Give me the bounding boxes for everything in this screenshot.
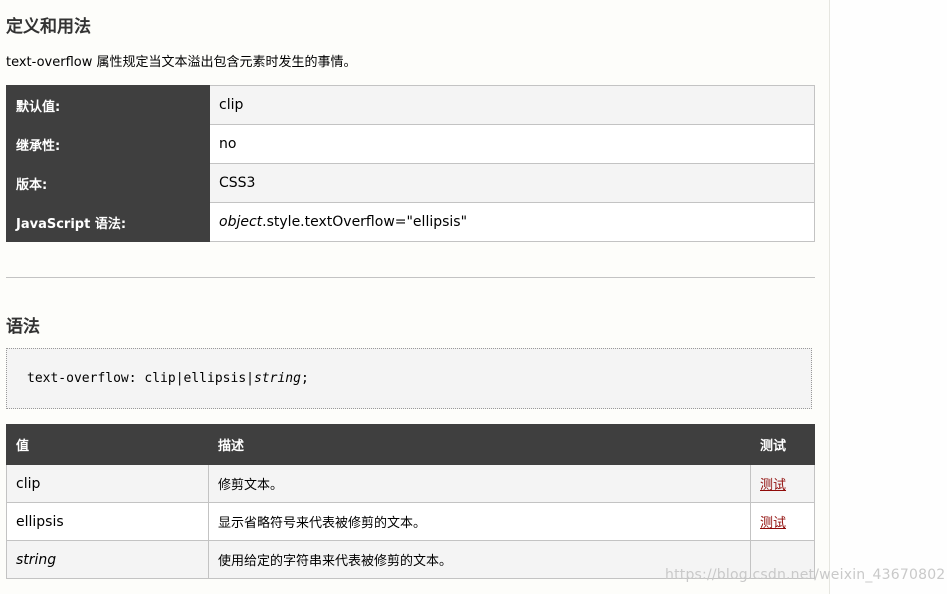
- js-syntax-value: object.style.textOverflow="ellipsis": [209, 202, 815, 242]
- intro-description: 属性规定当文本溢出包含元素时发生的事情。: [92, 55, 357, 70]
- default-value-label: 默认值:: [6, 85, 210, 125]
- default-value: clip: [209, 85, 815, 125]
- syntax-code-end: ;: [300, 371, 309, 386]
- right-side-panel: [829, 0, 947, 594]
- table-header-row: 值 描述 测试: [6, 424, 815, 465]
- watermark-text: https://blog.csdn.net/weixin_43670802: [665, 567, 946, 583]
- js-syntax-object: object: [219, 214, 263, 230]
- value-cell: clip: [6, 464, 209, 503]
- syntax-code-block: text-overflow: clip|ellipsis|string;: [6, 348, 812, 409]
- description-cell: 修剪文本。: [208, 464, 751, 503]
- test-link-ellipsis[interactable]: 测试: [760, 516, 786, 531]
- header-test: 测试: [750, 424, 815, 465]
- definition-heading: 定义和用法: [6, 17, 91, 37]
- table-row: 版本: CSS3: [6, 163, 815, 203]
- syntax-heading: 语法: [6, 317, 40, 337]
- table-row: 默认值: clip: [6, 85, 815, 125]
- js-syntax-label: JavaScript 语法:: [6, 202, 210, 242]
- syntax-code-main: text-overflow: clip|ellipsis|: [27, 371, 254, 386]
- header-description: 描述: [208, 424, 751, 465]
- value-cell: string: [6, 540, 209, 579]
- values-table: 值 描述 测试 clip 修剪文本。 测试 ellipsis 显示省略符号来代表…: [6, 424, 815, 579]
- table-row: JavaScript 语法: object.style.textOverflow…: [6, 202, 815, 242]
- table-row: 继承性: no: [6, 124, 815, 164]
- syntax-code-italic: string: [253, 371, 301, 386]
- intro-property-name: text-overflow: [6, 55, 93, 70]
- test-cell: 测试: [750, 502, 815, 541]
- version-value: CSS3: [209, 163, 815, 203]
- value-string: string: [16, 551, 57, 568]
- inherited-value: no: [209, 124, 815, 164]
- section-divider: [6, 277, 815, 278]
- header-value: 值: [6, 424, 209, 465]
- test-link-clip[interactable]: 测试: [760, 478, 786, 493]
- test-cell: 测试: [750, 464, 815, 503]
- description-cell: 显示省略符号来代表被修剪的文本。: [208, 502, 751, 541]
- version-label: 版本:: [6, 163, 210, 203]
- table-row: ellipsis 显示省略符号来代表被修剪的文本。 测试: [6, 502, 815, 541]
- property-table: 默认值: clip 继承性: no 版本: CSS3 JavaScript 语法…: [6, 85, 815, 242]
- table-row: clip 修剪文本。 测试: [6, 464, 815, 503]
- js-syntax-rest: .style.textOverflow="ellipsis": [262, 214, 468, 230]
- inherited-label: 继承性:: [6, 124, 210, 164]
- main-content: 定义和用法 text-overflow 属性规定当文本溢出包含元素时发生的事情。…: [0, 0, 829, 594]
- value-cell: ellipsis: [6, 502, 209, 541]
- intro-text: text-overflow 属性规定当文本溢出包含元素时发生的事情。: [6, 51, 357, 70]
